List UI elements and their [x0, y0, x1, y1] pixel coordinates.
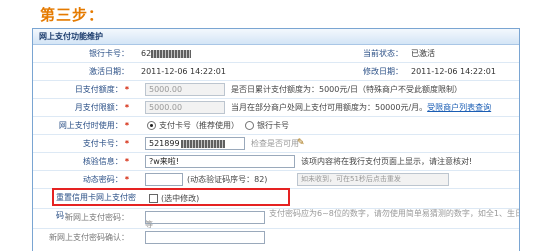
radio-pay-card[interactable]	[147, 121, 156, 130]
pay-card-redacted	[181, 140, 225, 148]
new-password-input[interactable]	[145, 211, 265, 224]
resend-code-button[interactable]: 如未收到，可在51秒后点击重发	[297, 173, 449, 186]
row-card-no: 银行卡号： 62 当前状态： 已激活	[33, 45, 519, 63]
red-highlight-box	[52, 188, 290, 206]
label-verify-info-text: 核验信息：	[82, 157, 123, 166]
required-mark: *	[124, 175, 129, 184]
verify-info-input[interactable]: ?w来啦!	[145, 155, 295, 168]
monthly-limit-note: 当月在部分商户处网上支付可用额度为：50000元/月。受限商户列表查询	[231, 99, 491, 117]
row-new-password: 新网上支付密码： 支付密码应为6~8位的数字，请勿使用简单易猜测的数字，如全1、…	[33, 209, 519, 229]
label-card-no: 银行卡号：	[33, 45, 133, 63]
label-monthly-limit: 月支付限额： *	[33, 99, 133, 117]
dynamic-code-input[interactable]	[145, 173, 183, 186]
panel-title: 网上支付功能维护	[33, 29, 519, 45]
card-no-prefix: 62	[141, 49, 152, 58]
required-mark: *	[124, 121, 129, 130]
row-daily-limit: 日支付额度： * 5000.00 是否日累计支付额度为：5000元/日（特殊商户不…	[33, 81, 519, 99]
required-mark: *	[124, 157, 129, 166]
check-available-link[interactable]: 检查是否可用	[251, 135, 299, 153]
radio-pay-card-label: 支付卡号（推荐使用）	[159, 121, 239, 130]
row-dynamic-code: 动态密码： * (动态验证码序号：82) 如未收到，可在51秒后点击重发	[33, 171, 519, 189]
pencil-icon[interactable]: ✎	[297, 138, 305, 148]
label-card-no-text: 银行卡号：	[89, 49, 129, 58]
row-confirm-password: 新网上支付密码确认：	[33, 229, 519, 249]
radio-bank-card[interactable]	[245, 121, 254, 130]
step-title: 第三步：	[40, 6, 105, 24]
restricted-merchants-link[interactable]: 受限商户列表查询	[427, 103, 491, 112]
label-daily-limit-text: 日支付额度：	[74, 85, 123, 94]
label-usage: 网上支付时使用： *	[33, 117, 133, 135]
card-no-value: 62	[141, 45, 151, 63]
monthly-limit-note-text: 当月在部分商户处网上支付可用额度为：50000元/月。	[231, 103, 428, 112]
label-status: 当前状态：	[363, 49, 403, 58]
daily-limit-input[interactable]: 5000.00	[145, 83, 225, 96]
modify-date-value: 2011-12-06 14:22:01	[411, 67, 496, 76]
radio-bank-card-label: 银行卡号	[257, 121, 289, 130]
label-usage-text: 网上支付时使用：	[58, 121, 123, 130]
daily-limit-note: 是否日累计支付额度为：5000元/日（特殊商户不受此额度限制）	[231, 85, 463, 94]
label-pay-card: 支付卡号： *	[33, 135, 133, 153]
required-mark: *	[124, 139, 129, 148]
dynamic-code-seq: (动态验证码序号：82)	[187, 175, 268, 184]
row-pay-card: 支付卡号： * 521899 检查是否可用 ✎	[33, 135, 519, 153]
confirm-password-input[interactable]	[145, 231, 265, 244]
label-new-password: 新网上支付密码：	[65, 213, 129, 222]
status-value: 已激活	[411, 49, 435, 58]
label-dynamic-code-text: 动态密码：	[82, 175, 123, 184]
label-dynamic-code: 动态密码： *	[33, 171, 133, 189]
label-modify-date: 修改日期：	[363, 67, 403, 76]
label-daily-limit: 日支付额度： *	[33, 81, 133, 99]
payment-maintenance-panel: 网上支付功能维护 银行卡号： 62 当前状态： 已激活 激活日期： 2011-1…	[32, 28, 520, 251]
label-monthly-limit-text: 月支付限额：	[74, 103, 123, 112]
label-pay-card-text: 支付卡号：	[82, 139, 123, 148]
monthly-limit-input[interactable]: 5000.00	[145, 101, 225, 114]
label-confirm-password: 新网上支付密码确认：	[49, 233, 129, 242]
row-usage: 网上支付时使用： * 支付卡号（推荐使用） 银行卡号	[33, 117, 519, 135]
required-mark: *	[124, 103, 129, 112]
row-verify-info: 核验信息： * ?w来啦! 该项内容将在我行支付页面上显示，请注意核对!	[33, 153, 519, 171]
page-root: 第三步： 网上支付功能维护 银行卡号： 62 当前状态： 已激活 激活日期： 2…	[0, 0, 550, 251]
label-activate-date: 激活日期：	[89, 67, 129, 76]
row-activate-date: 激活日期： 2011-12-06 14:22:01 修改日期： 2011-12-…	[33, 63, 519, 81]
required-mark: *	[124, 85, 129, 94]
card-no-redacted	[151, 50, 191, 58]
activate-date-value: 2011-12-06 14:22:01	[141, 67, 226, 76]
verify-info-note: 该项内容将在我行支付页面上显示，请注意核对!	[301, 157, 473, 166]
pay-card-input-text: 521899	[149, 139, 180, 148]
label-verify-info: 核验信息： *	[33, 153, 133, 171]
row-monthly-limit: 月支付限额： * 5000.00 当月在部分商户处网上支付可用额度为：50000元…	[33, 99, 519, 117]
new-password-note: 支付密码应为6~8位的数字，请勿使用简单易猜测的数字，如全1、生日	[269, 209, 520, 218]
